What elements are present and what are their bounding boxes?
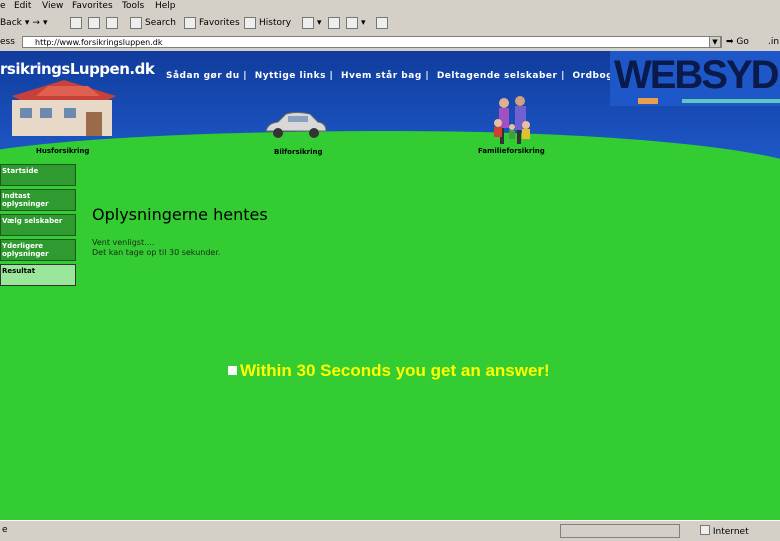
edit-icon	[346, 17, 358, 29]
print-icon	[328, 17, 340, 29]
nav-selskaber[interactable]: Deltagende selskaber |	[437, 71, 565, 81]
home-button[interactable]	[106, 15, 118, 31]
history-icon	[244, 17, 256, 29]
mail-icon	[302, 17, 314, 29]
stop-icon	[70, 17, 82, 29]
sidebar-item-vaelg[interactable]: Vælg selskaber	[0, 214, 76, 236]
overlay-caption: Within 30 Seconds you get an answer!	[228, 361, 550, 381]
status-bar: e Internet	[0, 520, 780, 541]
sidebar-item-indtast[interactable]: Indtast oplysninger	[0, 189, 76, 211]
house-icon[interactable]	[8, 78, 120, 140]
caption-house[interactable]: Husforsikring	[36, 147, 89, 155]
go-button[interactable]: ➡ Go	[726, 36, 749, 48]
search-icon	[130, 17, 142, 29]
chevron-down-icon: ▾	[42, 18, 48, 28]
nav-saadan[interactable]: Sådan gør du |	[166, 71, 247, 81]
nav-ordbog[interactable]: Ordbog	[573, 71, 614, 81]
menu-favorites[interactable]: Favorites	[72, 0, 113, 12]
go-arrow-icon: ➡	[726, 37, 734, 47]
menu-help[interactable]: Help	[155, 0, 176, 12]
address-label: ess	[0, 37, 15, 47]
menu-tools[interactable]: Tools	[122, 0, 144, 12]
car-icon[interactable]	[262, 109, 330, 141]
refresh-button[interactable]	[88, 15, 100, 31]
caption-family[interactable]: Familieforsikring	[478, 147, 545, 155]
nav-hvem[interactable]: Hvem står bag |	[341, 71, 429, 81]
chevron-down-icon: ▾	[361, 18, 366, 28]
stop-button[interactable]	[70, 15, 82, 31]
menu-file[interactable]: e	[0, 0, 6, 12]
mail-button[interactable]: ▾	[302, 15, 322, 31]
status-text: e	[2, 525, 8, 535]
refresh-icon	[88, 17, 100, 29]
discuss-icon	[376, 17, 388, 29]
site-logo[interactable]: rsikringsLuppen.dk	[0, 60, 155, 78]
site-banner: rsikringsLuppen.dk Sådan gør du | Nyttig…	[0, 51, 780, 161]
family-icon[interactable]	[490, 95, 536, 147]
menu-bar: e Edit View Favorites Tools Help	[0, 0, 780, 12]
menu-edit[interactable]: Edit	[14, 0, 31, 12]
zone-indicator: Internet	[700, 525, 749, 537]
bullet-icon	[228, 366, 237, 375]
star-icon	[184, 17, 196, 29]
favorites-button[interactable]: Favorites	[184, 15, 240, 31]
nav-links[interactable]: Nyttige links |	[255, 71, 334, 81]
sidebar-item-resultat[interactable]: Resultat	[0, 264, 76, 286]
arrow-right-icon: →	[32, 18, 40, 28]
sidebar-item-startside[interactable]: Startside	[0, 164, 76, 186]
websydian-logo: WEBSYDIAN	[610, 51, 780, 106]
address-dropdown[interactable]: ▼	[709, 36, 721, 48]
address-input[interactable]: http://www.forsikringsluppen.dk	[22, 36, 722, 48]
globe-icon	[700, 525, 710, 535]
back-button[interactable]: Back ▾ → ▾	[0, 15, 47, 31]
top-nav: Sådan gør du | Nyttige links | Hvem står…	[166, 71, 617, 81]
history-button[interactable]: History	[244, 15, 291, 31]
chevron-down-icon: ▾	[24, 18, 30, 28]
address-bar: ess http://www.forsikringsluppen.dk ▼ ➡ …	[0, 34, 780, 52]
search-button[interactable]: Search	[130, 15, 176, 31]
menu-view[interactable]: View	[42, 0, 63, 12]
page-title: Oplysningerne hentes	[92, 205, 268, 224]
chevron-down-icon: ▾	[317, 18, 322, 28]
toolbar: Back ▾ → ▾ Search Favorites History ▾ ▾	[0, 12, 780, 35]
caption-car[interactable]: Bilforsikring	[274, 148, 323, 156]
print-button[interactable]	[328, 15, 340, 31]
discuss-button[interactable]	[376, 15, 388, 31]
links-button[interactable]: .in	[768, 36, 779, 48]
home-icon	[106, 17, 118, 29]
edit-button[interactable]: ▾	[346, 15, 366, 31]
sidebar-item-yderligere[interactable]: Yderligere oplysninger	[0, 239, 76, 261]
wait-message: Vent venligst.... Det kan tage op til 30…	[92, 238, 221, 257]
